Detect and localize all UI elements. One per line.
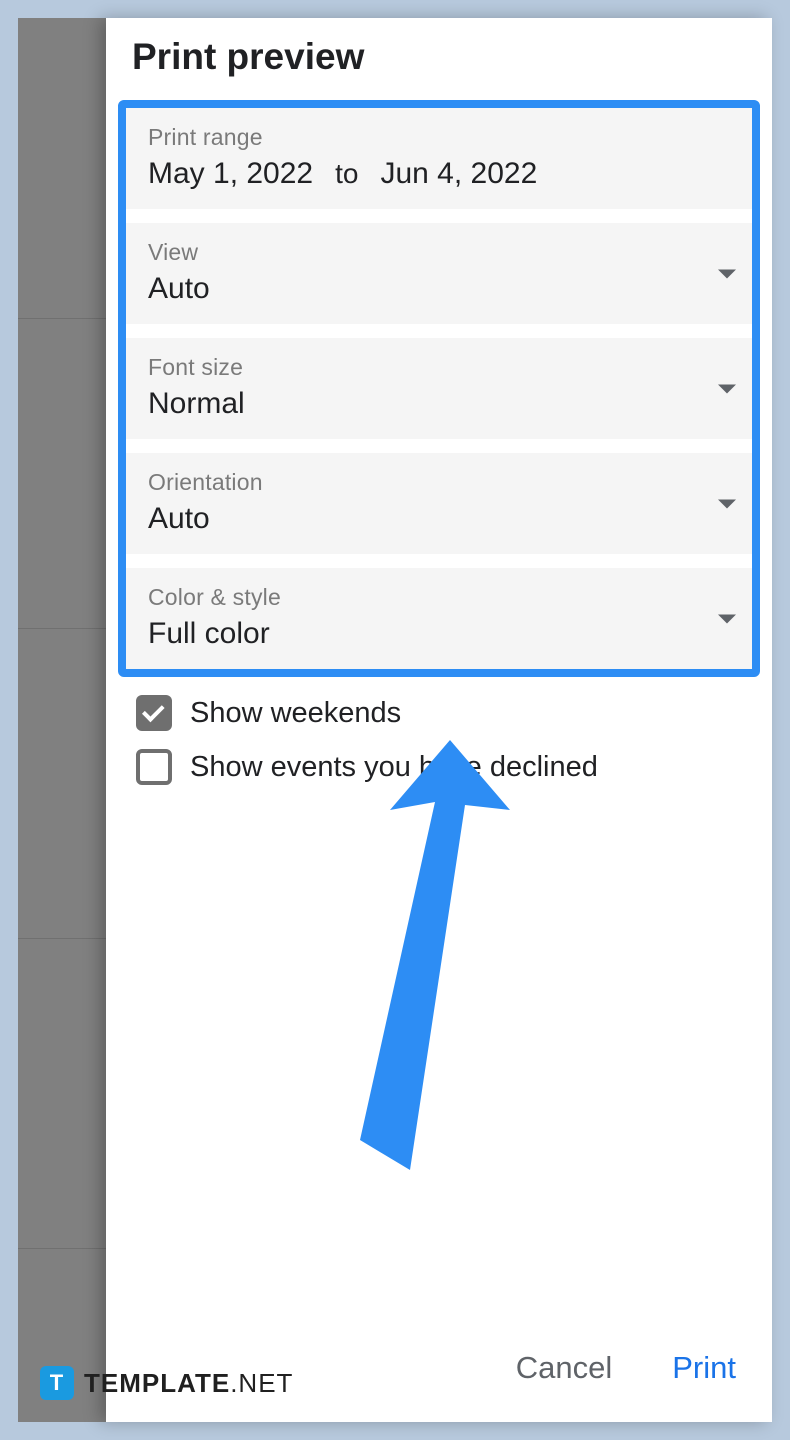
chevron-down-icon: [718, 499, 736, 508]
panel-title: Print preview: [106, 18, 772, 100]
grid-line: [18, 628, 106, 629]
date-separator: to: [335, 158, 358, 190]
grid-line: [18, 318, 106, 319]
chevron-down-icon: [718, 384, 736, 393]
print-range-block[interactable]: Print range May 1, 2022 to Jun 4, 2022: [126, 108, 752, 209]
settings-highlight-box: Print range May 1, 2022 to Jun 4, 2022 V…: [118, 100, 760, 677]
watermark-badge-icon: T: [40, 1366, 74, 1400]
checkmark-icon: [142, 700, 165, 723]
print-preview-panel: Print preview Print range May 1, 2022 to…: [106, 18, 772, 1422]
print-button[interactable]: Print: [672, 1350, 736, 1386]
color-style-dropdown[interactable]: Color & style Full color: [126, 568, 752, 669]
color-style-label: Color & style: [148, 584, 730, 611]
print-range-value: May 1, 2022 to Jun 4, 2022: [148, 157, 730, 191]
view-dropdown[interactable]: View Auto: [126, 223, 752, 324]
show-weekends-row[interactable]: Show weekends: [106, 677, 772, 731]
show-weekends-label: Show weekends: [190, 697, 401, 730]
watermark-text1: TEMPLATE: [84, 1368, 230, 1398]
view-value: Auto: [148, 272, 730, 306]
font-size-dropdown[interactable]: Font size Normal: [126, 338, 752, 439]
color-style-value: Full color: [148, 617, 730, 651]
orientation-dropdown[interactable]: Orientation Auto: [126, 453, 752, 554]
show-declined-row[interactable]: Show events you have declined: [106, 731, 772, 785]
watermark-text: TEMPLATE.NET: [84, 1368, 293, 1399]
show-declined-checkbox[interactable]: [136, 749, 172, 785]
show-weekends-checkbox[interactable]: [136, 695, 172, 731]
font-size-value: Normal: [148, 387, 730, 421]
date-end: Jun 4, 2022: [380, 157, 537, 191]
dialog-footer: Cancel Print: [516, 1350, 736, 1386]
chevron-down-icon: [718, 269, 736, 278]
orientation-label: Orientation: [148, 469, 730, 496]
grid-line: [18, 938, 106, 939]
watermark: T TEMPLATE.NET: [40, 1366, 293, 1400]
grid-line: [18, 1248, 106, 1249]
print-range-label: Print range: [148, 124, 730, 151]
show-declined-label: Show events you have declined: [190, 751, 598, 784]
orientation-value: Auto: [148, 502, 730, 536]
watermark-text2: .NET: [230, 1368, 293, 1398]
date-start: May 1, 2022: [148, 157, 313, 191]
chevron-down-icon: [718, 614, 736, 623]
cancel-button[interactable]: Cancel: [516, 1350, 613, 1386]
view-label: View: [148, 239, 730, 266]
font-size-label: Font size: [148, 354, 730, 381]
background-dim: Print preview Print range May 1, 2022 to…: [18, 18, 772, 1422]
